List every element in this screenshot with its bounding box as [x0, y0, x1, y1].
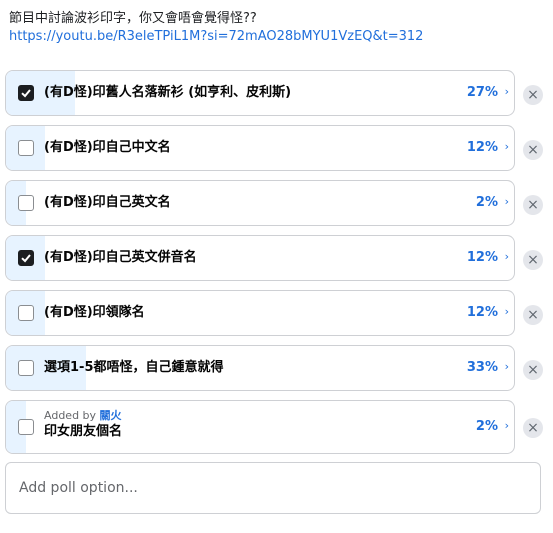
chevron-right-icon[interactable]: › — [505, 401, 509, 453]
poll-question-link[interactable]: https://youtu.be/R3eleTPiL1M?si=72mAO28b… — [9, 28, 549, 46]
added-by-user-link[interactable]: 關火 — [100, 409, 122, 422]
chevron-right-icon[interactable]: › — [505, 181, 509, 225]
remove-option-button[interactable]: × — [523, 140, 543, 160]
chevron-right-icon[interactable]: › — [505, 346, 509, 390]
poll-question: 節目中討論波衫印字，你又會唔會覺得怪?? https://youtu.be/R3… — [9, 10, 549, 46]
option-percent[interactable]: 2% — [476, 181, 498, 225]
option-percent[interactable]: 12% — [467, 126, 498, 170]
option-label: (有D怪)印自己中文名 — [44, 140, 171, 155]
chevron-right-icon[interactable]: › — [505, 236, 509, 280]
option-checkbox[interactable] — [18, 195, 34, 211]
option-percent[interactable]: 33% — [467, 346, 498, 390]
option-percent[interactable]: 27% — [467, 71, 498, 115]
option-checkbox[interactable] — [18, 85, 34, 101]
option-label: 印女朋友個名 — [44, 424, 123, 439]
checkmark-icon — [21, 89, 31, 98]
remove-option-button[interactable]: × — [523, 418, 543, 438]
option-label: (有D怪)印自己英文名 — [44, 195, 171, 210]
remove-option-button[interactable]: × — [523, 195, 543, 215]
added-by-prefix: Added by — [44, 409, 97, 422]
poll-option[interactable]: (有D怪)印自己英文併音名 12% › — [5, 235, 515, 281]
added-by-text: Added by 關火 — [44, 409, 122, 423]
option-label: (有D怪)印領隊名 — [44, 305, 145, 320]
poll-question-text: 節目中討論波衫印字，你又會唔會覺得怪?? — [9, 11, 257, 26]
chevron-right-icon[interactable]: › — [505, 71, 509, 115]
poll-option[interactable]: (有D怪)印領隊名 12% › — [5, 290, 515, 336]
add-poll-option-input[interactable]: Add poll option... — [5, 462, 541, 514]
option-label: (有D怪)印自己英文併音名 — [44, 250, 197, 265]
remove-option-button[interactable]: × — [523, 305, 543, 325]
option-label: (有D怪)印舊人名落新衫 (如亨利、皮利斯) — [44, 85, 292, 100]
chevron-right-icon[interactable]: › — [505, 126, 509, 170]
option-checkbox[interactable] — [18, 140, 34, 156]
option-checkbox[interactable] — [18, 360, 34, 376]
remove-option-button[interactable]: × — [523, 250, 543, 270]
poll-option[interactable]: 選項1-5都唔怪，自己鍾意就得 33% › — [5, 345, 515, 391]
poll-option[interactable]: (有D怪)印舊人名落新衫 (如亨利、皮利斯) 27% › — [5, 70, 515, 116]
option-checkbox[interactable] — [18, 250, 34, 266]
poll-option[interactable]: (有D怪)印自己英文名 2% › — [5, 180, 515, 226]
option-percent[interactable]: 12% — [467, 291, 498, 335]
chevron-right-icon[interactable]: › — [505, 291, 509, 335]
option-percent[interactable]: 12% — [467, 236, 498, 280]
checkmark-icon — [21, 254, 31, 263]
option-percent[interactable]: 2% — [476, 401, 498, 453]
option-checkbox[interactable] — [18, 305, 34, 321]
poll-option[interactable]: (有D怪)印自己中文名 12% › — [5, 125, 515, 171]
option-checkbox[interactable] — [18, 419, 34, 435]
option-label: 選項1-5都唔怪，自己鍾意就得 — [44, 360, 224, 375]
remove-option-button[interactable]: × — [523, 360, 543, 380]
remove-option-button[interactable]: × — [523, 85, 543, 105]
poll-option[interactable]: Added by 關火 印女朋友個名 2% › — [5, 400, 515, 454]
